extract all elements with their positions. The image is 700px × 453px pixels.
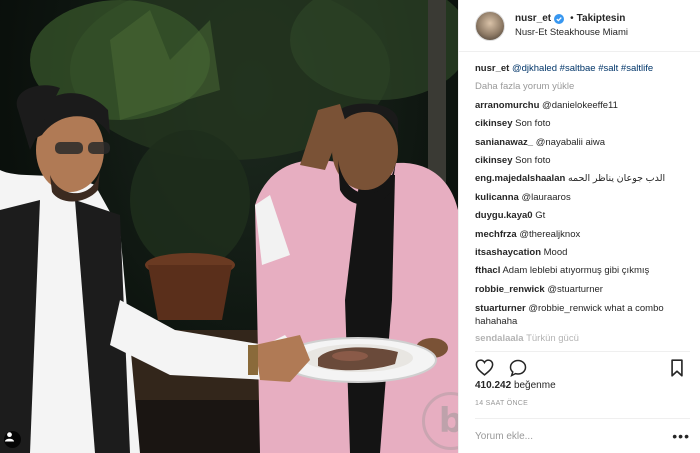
load-more-comments[interactable]: Daha fazla yorum yükle: [475, 78, 692, 96]
comment-username[interactable]: itsashaycation: [475, 247, 541, 258]
list-item: kulicanna @lauraaros: [475, 189, 692, 207]
user-tag-icon[interactable]: [4, 431, 21, 448]
add-comment-bar: •••: [475, 418, 690, 453]
comment-username[interactable]: robbie_renwick: [475, 284, 545, 295]
list-item: mechfrza @therealjknox: [475, 226, 692, 244]
like-count-number[interactable]: 410.242: [475, 380, 511, 391]
caption: nusr_et @djkhaled #saltbae #salt #saltli…: [475, 60, 692, 78]
comment-username[interactable]: kulicanna: [475, 192, 519, 203]
location-link[interactable]: Nusr-Et Steakhouse Miami: [515, 26, 628, 40]
caption-mention[interactable]: @djkhaled: [512, 63, 557, 74]
list-item: eng.majedalshaalan الدب جوعان يناظر الحم…: [475, 170, 692, 188]
comment-text[interactable]: @lauraaros: [521, 192, 570, 203]
post-timestamp[interactable]: 14 SAAT ÖNCE: [475, 400, 528, 407]
bookmark-icon[interactable]: [670, 358, 690, 378]
comment-username[interactable]: sendalaala: [475, 333, 524, 344]
comment-text: Gt: [535, 210, 546, 222]
comment-text[interactable]: @danielokeeffe11: [542, 100, 618, 111]
list-item: arranomurchu @danielokeeffe11: [475, 97, 692, 115]
like-count-label[interactable]: beğenme: [514, 380, 556, 391]
comment-username[interactable]: cikinsey: [475, 118, 513, 129]
comment-username[interactable]: mechfrza: [475, 229, 517, 240]
comment-username[interactable]: nusr_et: [475, 63, 509, 74]
list-item: fthacl Adam leblebi atıyormuş gibi çıkmı…: [475, 262, 692, 280]
list-item: sanianawaz_ @nayabalii aiwa: [475, 134, 692, 152]
comment-text: Mood: [543, 247, 568, 259]
comment-username[interactable]: fthacl: [475, 265, 500, 276]
comment-list: nusr_et @djkhaled #saltbae #salt #saltli…: [475, 60, 692, 349]
list-item: stuarturner @robbie_renwick what a combo…: [475, 299, 692, 330]
comment-text: Adam leblebi atıyormuş gibi çıkmış: [502, 265, 650, 277]
header-username[interactable]: nusr_et: [515, 12, 551, 26]
list-item: cikinsey Son foto: [475, 152, 692, 170]
post-actions: [475, 351, 690, 379]
load-more-label[interactable]: Daha fazla yorum yükle: [475, 81, 574, 92]
comment-mention[interactable]: @robbie_renwick: [528, 303, 602, 314]
comment-username[interactable]: cikinsey: [475, 155, 513, 166]
comment-text: Türkün gücü: [526, 333, 579, 345]
more-options-icon[interactable]: •••: [672, 429, 690, 443]
comment-username[interactable]: arranomurchu: [475, 100, 539, 111]
comment-username[interactable]: sanianawaz_: [475, 137, 533, 148]
header-separator: •: [570, 12, 574, 24]
comment-text: Son foto: [515, 155, 551, 167]
list-item: itsashaycation Mood: [475, 244, 692, 262]
post-side-panel: nusr_et • Takiptesin Nusr-Et Steakhouse …: [458, 0, 700, 453]
comment-username[interactable]: stuarturner: [475, 303, 526, 314]
comment-username[interactable]: duygu.kaya0: [475, 210, 533, 221]
verified-badge-icon: [554, 13, 565, 24]
comment-text: Son foto: [515, 118, 551, 130]
list-item: duygu.kaya0 Gt: [475, 207, 692, 225]
comment-text: @nayabalii aiwa: [535, 136, 606, 148]
comment-username[interactable]: eng.majedalshaalan: [475, 173, 565, 184]
post-photo[interactable]: b: [0, 0, 458, 453]
like-count[interactable]: 410.242 beğenme: [475, 380, 556, 391]
comment-input[interactable]: [475, 430, 673, 442]
avatar[interactable]: [475, 10, 505, 41]
heart-icon[interactable]: [475, 358, 495, 378]
post-header: nusr_et • Takiptesin Nusr-Et Steakhouse …: [459, 0, 700, 52]
comment-text[interactable]: @stuarturner: [547, 284, 603, 295]
comment-text: الدب جوعان يناظر الحمه: [567, 173, 666, 185]
comment-bubble-icon[interactable]: [509, 358, 529, 378]
list-item: cikinsey Son foto: [475, 115, 692, 133]
photo-scene: [0, 0, 458, 453]
caption-hashtags[interactable]: #saltbae #salt #saltlife: [560, 63, 653, 74]
following-button[interactable]: Takiptesin: [577, 12, 626, 26]
list-item: robbie_renwick @stuarturner: [475, 281, 692, 299]
list-item: sendalaala Türkün gücü: [475, 330, 692, 348]
comment-text[interactable]: @therealjknox: [519, 229, 580, 240]
